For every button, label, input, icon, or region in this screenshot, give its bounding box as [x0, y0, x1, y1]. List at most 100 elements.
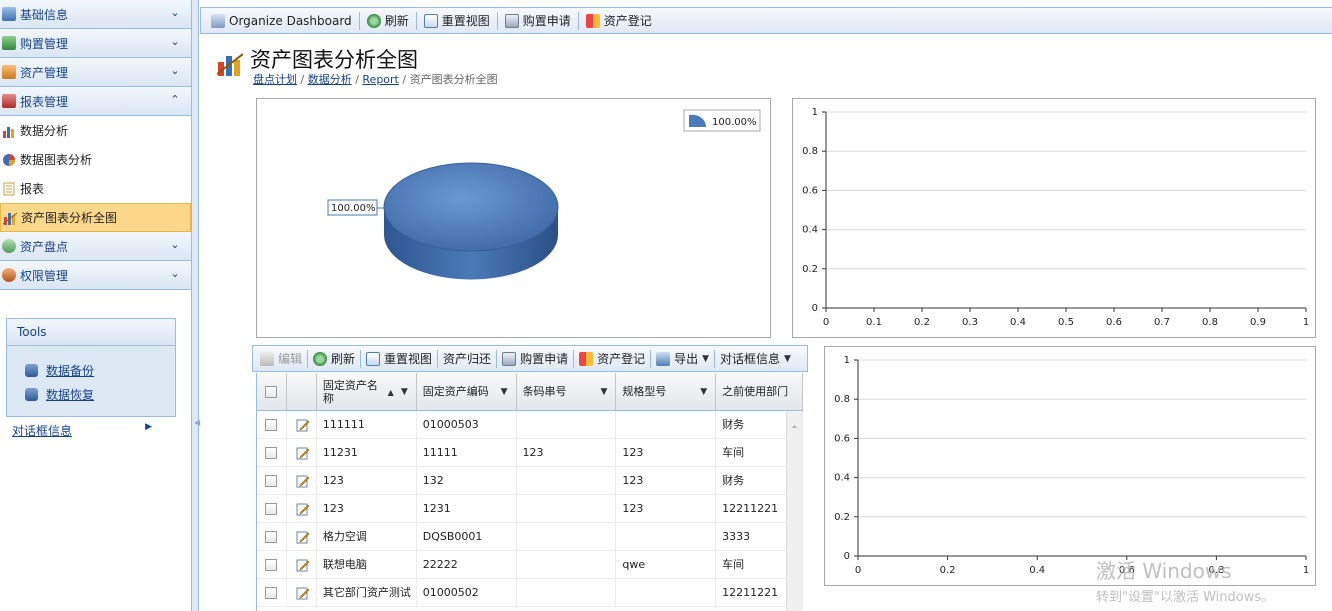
x-tick-label: 0.7: [1154, 317, 1170, 328]
chevron-down-icon[interactable]: ⌄: [169, 36, 181, 48]
y-tick-label: 0.6: [802, 185, 818, 196]
grid-asset-register-button[interactable]: 资产登记: [575, 348, 649, 369]
edit-row-icon[interactable]: [296, 502, 310, 516]
nav-group-basic-info[interactable]: 基础信息 ⌄: [0, 0, 191, 29]
row-edit-cell: [287, 495, 317, 522]
dialog-info-menu[interactable]: 对话框信息 ▶: [12, 422, 152, 439]
sidebar-item-report[interactable]: 报表: [0, 174, 191, 203]
breadcrumb-link[interactable]: 数据分析: [308, 73, 352, 86]
edit-row-icon[interactable]: [296, 586, 310, 600]
grid-refresh-button[interactable]: 刷新: [309, 348, 359, 369]
x-tick-label: 0: [855, 565, 861, 576]
table-cell: [616, 579, 717, 606]
filter-icon[interactable]: ▼: [700, 386, 707, 399]
x-tick-label: 0.3: [962, 317, 978, 328]
grid-reset-view-button[interactable]: 重置视图: [362, 348, 436, 369]
edit-row-icon[interactable]: [296, 446, 310, 460]
data-label: 100.00%: [331, 203, 376, 214]
data-backup-link[interactable]: 数据备份: [25, 358, 175, 382]
edit-row-icon[interactable]: [296, 474, 310, 488]
grid-refresh-label: 刷新: [331, 352, 356, 366]
asset-icon: [2, 65, 16, 79]
row-edit-cell: [287, 467, 317, 494]
nav-group-purchase[interactable]: 购置管理 ⌄: [0, 29, 191, 58]
sidebar-item-data-analysis[interactable]: 数据分析: [0, 116, 191, 145]
chevron-up-icon[interactable]: ⌃: [169, 94, 181, 106]
row-checkbox[interactable]: [265, 474, 277, 487]
dropdown-arrow-icon: ▼: [702, 353, 710, 364]
data-restore-link[interactable]: 数据恢复: [25, 382, 175, 406]
organize-dashboard-button[interactable]: Organize Dashboard: [205, 10, 358, 31]
table-row[interactable]: 其它部门资产测试 01000502 12211221: [257, 579, 803, 607]
column-header-code[interactable]: 固定资产编码 ▼: [417, 373, 517, 410]
nav-group-inventory[interactable]: 资产盘点 ⌄: [0, 232, 191, 261]
column-header-name[interactable]: 固定资产名称 ▲ ▼: [317, 373, 417, 410]
grid-asset-register-label: 资产登记: [597, 352, 646, 366]
sidebar-splitter[interactable]: ◀: [192, 0, 200, 611]
table-row[interactable]: 123 1231 123 12211221: [257, 495, 803, 523]
table-row[interactable]: 123 132 123 财务: [257, 467, 803, 495]
chevron-down-icon[interactable]: ⌄: [169, 7, 181, 19]
nav-group-permissions[interactable]: 权限管理 ⌄: [0, 261, 191, 290]
grid-body: 111111 01000503 财务 11231 11111 123 123 车间 123 132…: [257, 411, 803, 607]
column-header-dept[interactable]: 之前使用部门: [716, 373, 803, 410]
asset-register-icon: [579, 351, 594, 366]
column-header-barcode[interactable]: 条码串号 ▼: [517, 373, 617, 410]
dialog-info-button[interactable]: 对话框信息 ▼: [716, 348, 795, 369]
row-checkbox[interactable]: [265, 586, 277, 599]
column-header-spec[interactable]: 规格型号 ▼: [616, 373, 717, 410]
chevron-down-icon[interactable]: ⌄: [169, 239, 181, 251]
filter-icon[interactable]: ▼: [600, 386, 607, 399]
filter-icon[interactable]: ▼: [401, 386, 408, 399]
x-tick-label: 0.2: [940, 565, 956, 576]
row-checkbox[interactable]: [265, 502, 277, 515]
table-row[interactable]: 11231 11111 123 123 车间: [257, 439, 803, 467]
pie-slice[interactable]: [383, 162, 559, 252]
sort-asc-icon[interactable]: ▲: [388, 386, 394, 399]
table-row[interactable]: 格力空调 DQSB0001 3333: [257, 523, 803, 551]
edit-row-icon[interactable]: [296, 418, 310, 432]
purchase-request-button[interactable]: 购置申请: [499, 10, 577, 31]
chevron-down-icon[interactable]: ⌄: [169, 268, 181, 280]
row-checkbox[interactable]: [265, 418, 277, 431]
table-cell: 11111: [417, 439, 517, 466]
breadcrumb-link[interactable]: Report: [362, 73, 398, 86]
nav-group-report[interactable]: 报表管理 ⌃: [0, 87, 191, 116]
grid-purchase-request-label: 购置申请: [520, 352, 569, 366]
nav-group-asset[interactable]: 资产管理 ⌄: [0, 58, 191, 87]
filter-icon[interactable]: ▼: [501, 386, 508, 399]
pie-chart-icon: [3, 153, 15, 166]
breadcrumb-link[interactable]: 盘点计划: [253, 73, 297, 86]
table-row[interactable]: 联想电脑 22222 qwe 车间: [257, 551, 803, 579]
edit-row-icon[interactable]: [296, 530, 310, 544]
dashboard-icon: [211, 13, 225, 28]
row-checkbox[interactable]: [265, 446, 277, 459]
scroll-up-icon[interactable]: ⌃: [787, 425, 802, 436]
table-cell: 其它部门资产测试: [317, 579, 417, 606]
asset-register-button[interactable]: 资产登记: [580, 10, 658, 31]
reset-view-button[interactable]: 重置视图: [418, 10, 496, 31]
table-cell: 格力空调: [317, 523, 417, 550]
sidebar-item-chart-analysis[interactable]: 数据图表分析: [0, 145, 191, 174]
row-checkbox-cell: [257, 411, 287, 438]
asset-grid: 固定资产名称 ▲ ▼ 固定资产编码 ▼ 条码串号 ▼ 规格型号 ▼ 之前使用部门…: [256, 373, 803, 611]
x-tick-label: 1: [1303, 317, 1309, 328]
edit-row-icon[interactable]: [296, 558, 310, 572]
export-button[interactable]: 导出 ▼: [652, 348, 713, 369]
row-checkbox[interactable]: [265, 530, 277, 543]
asset-return-label: 资产归还: [443, 352, 492, 366]
row-checkbox[interactable]: [265, 558, 277, 571]
x-tick-label: 0.9: [1250, 317, 1266, 328]
nav-group-label: 资产盘点: [20, 239, 69, 254]
grid-scrollbar[interactable]: ⌃: [786, 411, 802, 611]
collapse-handle-icon[interactable]: ◀: [194, 418, 200, 427]
grid-purchase-request-button[interactable]: 购置申请: [498, 348, 572, 369]
table-row[interactable]: 111111 01000503 财务: [257, 411, 803, 439]
select-all-checkbox[interactable]: [265, 385, 277, 398]
edit-button[interactable]: 编辑: [256, 348, 306, 369]
table-cell: 1231: [417, 495, 517, 522]
refresh-button[interactable]: 刷新: [361, 10, 415, 31]
chevron-down-icon[interactable]: ⌄: [169, 65, 181, 77]
sidebar-item-asset-chart-overview[interactable]: 资产图表分析全图: [0, 203, 191, 232]
asset-return-button[interactable]: 资产归还: [439, 348, 495, 369]
